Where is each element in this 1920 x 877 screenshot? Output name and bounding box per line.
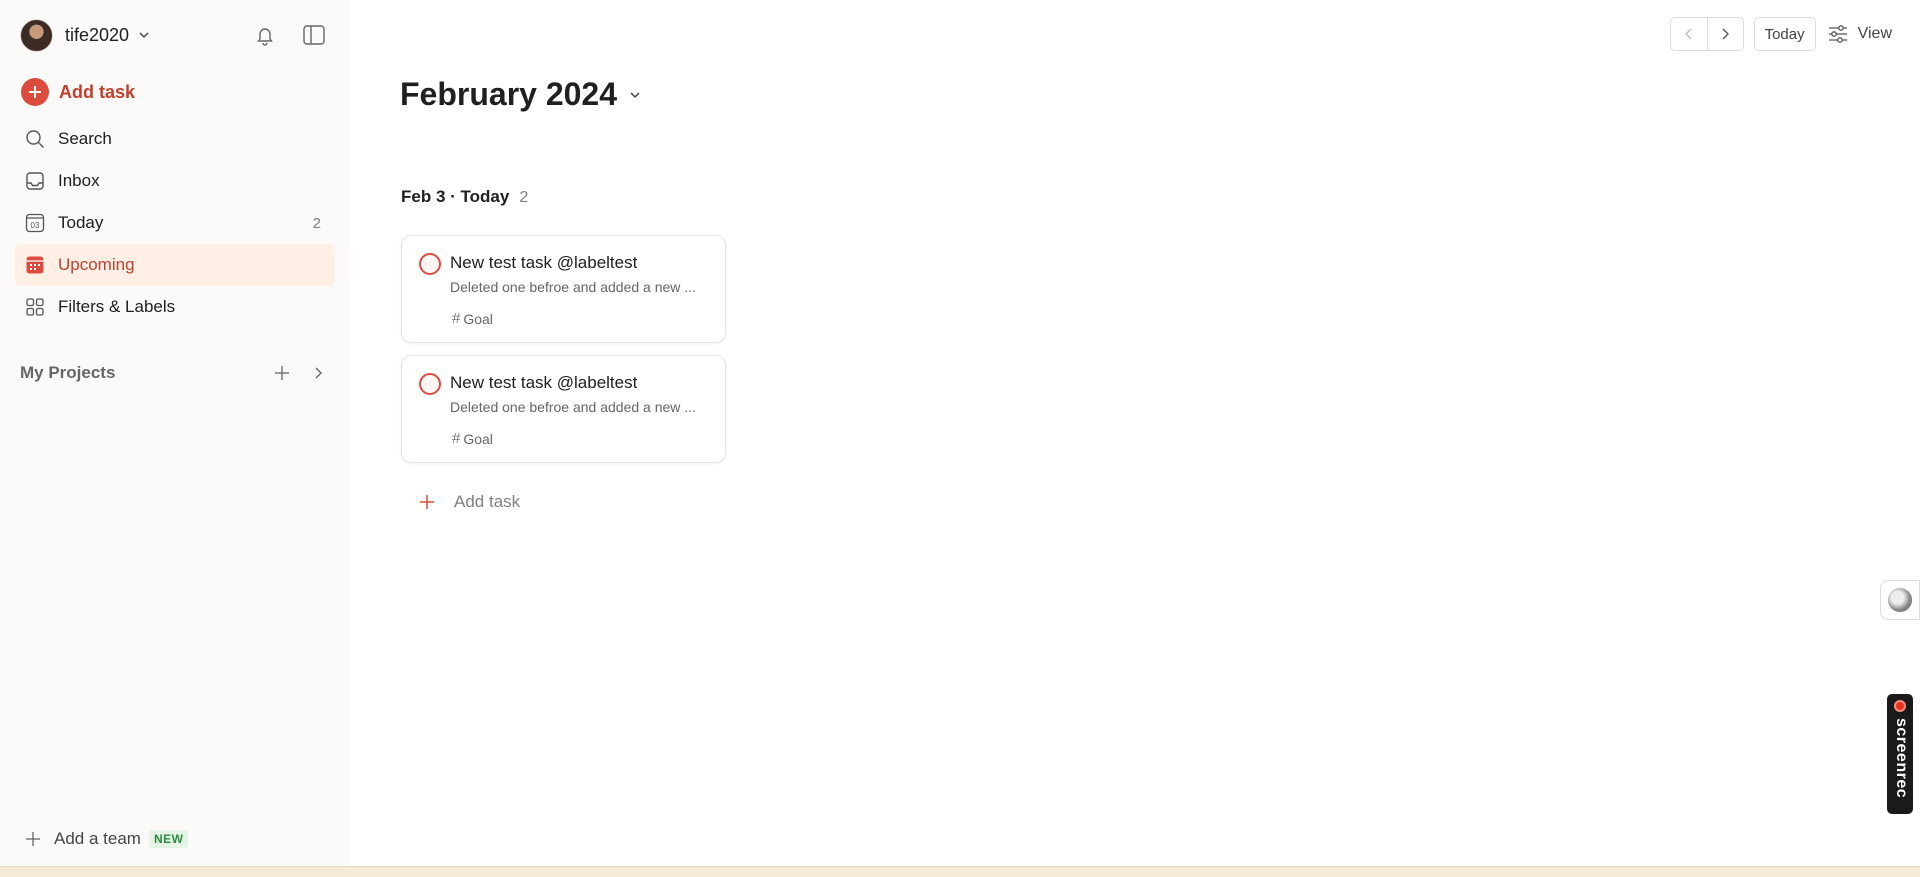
task-card[interactable]: New test task @labeltest Deleted one bef… bbox=[401, 355, 726, 463]
grid-icon bbox=[24, 296, 46, 318]
username: tife2020 bbox=[65, 24, 130, 45]
sidebar-item-search[interactable]: Search bbox=[15, 118, 335, 160]
profile-menu[interactable]: tife2020 bbox=[20, 17, 151, 53]
sidebar-item-label: Today bbox=[58, 213, 104, 232]
add-team-button[interactable]: Add a team NEW bbox=[24, 824, 189, 854]
sidebar-item-label: Upcoming bbox=[58, 255, 135, 274]
svg-text:03: 03 bbox=[31, 221, 40, 230]
sidebar-nav: Search Inbox 03 Today 2 Upcoming Filters… bbox=[15, 118, 335, 328]
view-button[interactable]: View bbox=[1828, 17, 1892, 51]
today-button[interactable]: Today bbox=[1753, 17, 1816, 51]
page-title: February 2024 bbox=[400, 76, 618, 112]
sidebar-item-filters-labels[interactable]: Filters & Labels bbox=[15, 286, 335, 328]
toggle-sidebar-icon[interactable] bbox=[301, 22, 327, 48]
floating-widget-button[interactable] bbox=[1880, 580, 1920, 620]
avatar bbox=[20, 18, 53, 52]
sidebar-item-today[interactable]: 03 Today 2 bbox=[15, 202, 335, 244]
add-task-label: Add task bbox=[59, 81, 136, 102]
add-task-button[interactable]: Add task bbox=[21, 77, 135, 107]
hash-icon: # bbox=[452, 310, 461, 327]
bottom-strip bbox=[0, 866, 1920, 877]
sidebar-item-label: Filters & Labels bbox=[58, 297, 176, 316]
screenrec-badge[interactable]: screenrec bbox=[1887, 694, 1913, 814]
add-task-inline-button[interactable]: Add task bbox=[418, 489, 520, 515]
plus-icon bbox=[26, 832, 40, 846]
day-task-count: 2 bbox=[519, 189, 529, 206]
hash-icon: # bbox=[452, 430, 461, 447]
add-project-icon[interactable] bbox=[270, 361, 294, 385]
plus-icon bbox=[420, 495, 434, 509]
date-nav bbox=[1669, 17, 1744, 51]
task-project: # Goal bbox=[452, 310, 493, 327]
task-description: Deleted one befroe and added a new ... bbox=[450, 399, 696, 415]
new-badge: NEW bbox=[148, 830, 189, 848]
sidebar: tife2020 Add task Search Inbox 03 Today … bbox=[0, 0, 350, 866]
complete-task-checkbox[interactable] bbox=[419, 373, 441, 395]
chevron-down-icon bbox=[139, 32, 149, 39]
view-label: View bbox=[1857, 25, 1892, 42]
record-icon bbox=[1894, 700, 1906, 712]
task-title: New test task @labeltest bbox=[450, 373, 638, 392]
sidebar-item-label: Search bbox=[58, 129, 112, 148]
task-project-label: Goal bbox=[463, 430, 493, 447]
my-projects-label: My Projects bbox=[20, 363, 116, 382]
bell-icon[interactable] bbox=[252, 22, 278, 48]
sidebar-item-upcoming[interactable]: Upcoming bbox=[15, 244, 335, 286]
month-picker[interactable]: February 2024 bbox=[400, 76, 643, 113]
search-icon bbox=[24, 128, 46, 150]
chevron-right-icon bbox=[1722, 28, 1730, 40]
task-project: # Goal bbox=[452, 430, 493, 447]
chevron-down-icon bbox=[630, 91, 640, 98]
top-toolbar: Today View bbox=[1669, 17, 1892, 51]
previous-week-button[interactable] bbox=[1671, 18, 1707, 50]
task-project-label: Goal bbox=[463, 310, 493, 327]
calendar-today-icon: 03 bbox=[24, 212, 46, 234]
widget-icon bbox=[1888, 588, 1912, 612]
day-header: Feb 3 · Today 2 bbox=[401, 187, 528, 207]
task-title: New test task @labeltest bbox=[450, 253, 638, 272]
task-description: Deleted one befroe and added a new ... bbox=[450, 279, 696, 295]
screenrec-label: screenrec bbox=[1893, 718, 1910, 799]
today-count: 2 bbox=[312, 214, 321, 232]
calendar-upcoming-icon bbox=[24, 254, 46, 276]
day-label: Feb 3 · Today bbox=[401, 187, 510, 206]
add-task-label: Add task bbox=[454, 492, 521, 511]
my-projects-header[interactable]: My Projects bbox=[20, 358, 335, 388]
inbox-icon bbox=[24, 170, 46, 192]
complete-task-checkbox[interactable] bbox=[419, 253, 441, 275]
sidebar-item-label: Inbox bbox=[58, 171, 100, 190]
chevron-right-icon[interactable] bbox=[306, 361, 330, 385]
next-week-button[interactable] bbox=[1706, 18, 1743, 50]
add-team-label: Add a team bbox=[54, 829, 141, 848]
plus-circle-icon bbox=[21, 78, 49, 106]
sliders-icon bbox=[1828, 25, 1847, 43]
chevron-left-icon bbox=[1684, 28, 1692, 40]
task-card[interactable]: New test task @labeltest Deleted one bef… bbox=[401, 235, 726, 343]
sidebar-item-inbox[interactable]: Inbox bbox=[15, 160, 335, 202]
